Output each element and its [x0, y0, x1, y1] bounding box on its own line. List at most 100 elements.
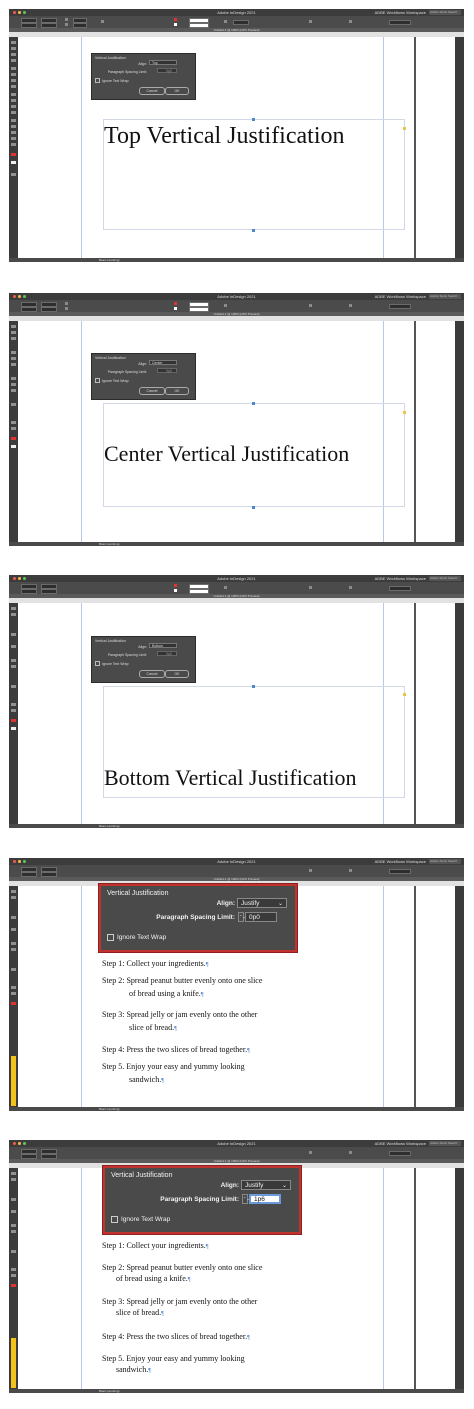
stroke-color-icon[interactable]	[11, 445, 16, 448]
type-tool-icon[interactable]	[11, 916, 16, 919]
align-select[interactable]: Justify ⌄	[237, 898, 287, 908]
selection-tool-icon[interactable]	[11, 41, 16, 44]
frame-handle-bottom[interactable]	[252, 506, 255, 509]
scissors-tool-icon[interactable]	[11, 105, 16, 108]
auto-fit-field[interactable]	[389, 1151, 411, 1156]
text-frame-options-icon[interactable]	[309, 1151, 312, 1154]
ignore-text-wrap-option[interactable]: Ignore Text Wrap	[111, 1216, 170, 1223]
hand-tool-icon[interactable]	[11, 421, 16, 424]
page-tool-icon[interactable]	[11, 337, 16, 340]
cancel-button[interactable]: Cancel	[139, 670, 165, 678]
pen-tool-icon[interactable]	[11, 363, 16, 366]
auto-fit-field[interactable]	[389, 20, 411, 25]
free-transform-tool-icon[interactable]	[11, 111, 16, 114]
hand-tool-icon[interactable]	[11, 137, 16, 140]
ignore-text-wrap-option[interactable]: Ignore Text Wrap	[95, 378, 129, 383]
text-frame-options-icon[interactable]	[309, 586, 312, 589]
direct-selection-tool-icon[interactable]	[11, 1178, 16, 1181]
color-swatch-yellow-icon[interactable]	[11, 1056, 16, 1106]
auto-fit-field[interactable]	[389, 304, 411, 309]
type-tool-icon[interactable]	[11, 633, 16, 636]
paragraph-spacing-field[interactable]: 0p0	[157, 368, 177, 373]
zoom-tool-icon[interactable]	[11, 143, 16, 146]
align-icon[interactable]	[349, 1151, 352, 1154]
selection-tool-icon[interactable]	[11, 607, 16, 610]
zoom-tool-icon[interactable]	[11, 992, 16, 995]
rectangle-tool-icon[interactable]	[11, 1230, 16, 1233]
align-select[interactable]: Center	[149, 360, 177, 365]
page-tool-icon[interactable]	[11, 53, 16, 56]
hand-tool-icon[interactable]	[11, 986, 16, 989]
ignore-text-wrap-option[interactable]: Ignore Text Wrap	[107, 934, 166, 941]
gradient-tool-icon[interactable]	[11, 119, 16, 122]
text-frame-options-icon[interactable]	[309, 20, 312, 23]
stroke-swatch-icon[interactable]	[174, 23, 177, 26]
direct-selection-tool-icon[interactable]	[11, 896, 16, 899]
paragraph-spacing-field[interactable]: 0p0	[157, 68, 177, 73]
pen-tool-icon[interactable]	[11, 79, 16, 82]
workspace-switcher[interactable]: ADBE Workflows Workspace	[375, 858, 426, 865]
ok-button[interactable]: OK	[165, 387, 189, 395]
text-frame-options-icon[interactable]	[309, 304, 312, 307]
gap-tool-icon[interactable]	[11, 59, 16, 62]
preview-mode-icon[interactable]	[11, 173, 16, 176]
paragraph-spacing-field[interactable]: 0p0	[245, 912, 277, 922]
fill-color-icon[interactable]	[11, 437, 16, 440]
align-icon[interactable]	[349, 304, 352, 307]
selection-tool-icon[interactable]	[11, 1172, 16, 1175]
align-select[interactable]: Justify ⌄	[241, 1180, 291, 1190]
ignore-text-wrap-option[interactable]: Ignore Text Wrap	[95, 661, 129, 666]
color-swatch-yellow-icon[interactable]	[11, 1338, 16, 1388]
stock-search-input[interactable]: Adobe Stock Search	[429, 294, 461, 299]
stroke-swatch-icon[interactable]	[174, 589, 177, 592]
paragraph-spacing-field[interactable]: 1p6	[249, 1194, 281, 1204]
ignore-text-wrap-checkbox[interactable]	[95, 661, 100, 666]
align-select[interactable]: Bottom	[149, 643, 177, 648]
opacity-field[interactable]	[233, 20, 249, 25]
rectangle-tool-icon[interactable]	[11, 948, 16, 951]
rectangle-frame-tool-icon[interactable]	[11, 659, 16, 662]
shear-icon[interactable]	[65, 307, 68, 310]
zoom-tool-icon[interactable]	[11, 1274, 16, 1277]
note-tool-icon[interactable]	[11, 125, 16, 128]
stock-search-input[interactable]: Adobe Stock Search	[429, 1141, 461, 1146]
line-tool-icon[interactable]	[11, 357, 16, 360]
type-tool-icon[interactable]	[11, 351, 16, 354]
fill-swatch-icon[interactable]	[174, 584, 177, 587]
align-icon[interactable]	[349, 586, 352, 589]
workspace-switcher[interactable]: ADBE Workflows Workspace	[375, 293, 426, 300]
stock-search-input[interactable]: Adobe Stock Search	[429, 576, 461, 581]
fill-color-icon[interactable]	[11, 1284, 16, 1287]
cancel-button[interactable]: Cancel	[139, 387, 165, 395]
zoom-tool-icon[interactable]	[11, 709, 16, 712]
stroke-color-icon[interactable]	[11, 727, 16, 730]
frame-handle-top[interactable]	[252, 685, 255, 688]
ignore-text-wrap-checkbox[interactable]	[95, 78, 100, 83]
rectangle-tool-icon[interactable]	[11, 383, 16, 386]
shear-icon[interactable]	[65, 23, 68, 26]
fx-icon[interactable]	[224, 304, 227, 307]
flip-icon[interactable]	[101, 20, 104, 23]
spinner-arrows-icon[interactable]: ⌃⌄	[242, 1194, 250, 1204]
direct-selection-tool-icon[interactable]	[11, 47, 16, 50]
frame-handle-right[interactable]	[403, 411, 406, 414]
hand-tool-icon[interactable]	[11, 703, 16, 706]
ignore-text-wrap-checkbox[interactable]	[111, 1216, 118, 1223]
pen-tool-icon[interactable]	[11, 645, 16, 648]
ignore-text-wrap-checkbox[interactable]	[107, 934, 114, 941]
stock-search-input[interactable]: Adobe Stock Search	[429, 10, 461, 15]
frame-handle-right[interactable]	[403, 693, 406, 696]
stroke-swatch-icon[interactable]	[174, 307, 177, 310]
ok-button[interactable]: OK	[165, 670, 189, 678]
zoom-tool-icon[interactable]	[11, 427, 16, 430]
rectangle-frame-tool-icon[interactable]	[11, 377, 16, 380]
gradient-tool-icon[interactable]	[11, 968, 16, 971]
fx-icon[interactable]	[224, 586, 227, 589]
auto-fit-field[interactable]	[389, 586, 411, 591]
frame-handle-top[interactable]	[252, 118, 255, 121]
rotate-icon[interactable]	[65, 302, 68, 305]
pen-tool-icon[interactable]	[11, 928, 16, 931]
ok-button[interactable]: OK	[165, 87, 189, 95]
paragraph-spacing-field[interactable]: 0p0	[157, 651, 177, 656]
rectangle-frame-tool-icon[interactable]	[11, 942, 16, 945]
